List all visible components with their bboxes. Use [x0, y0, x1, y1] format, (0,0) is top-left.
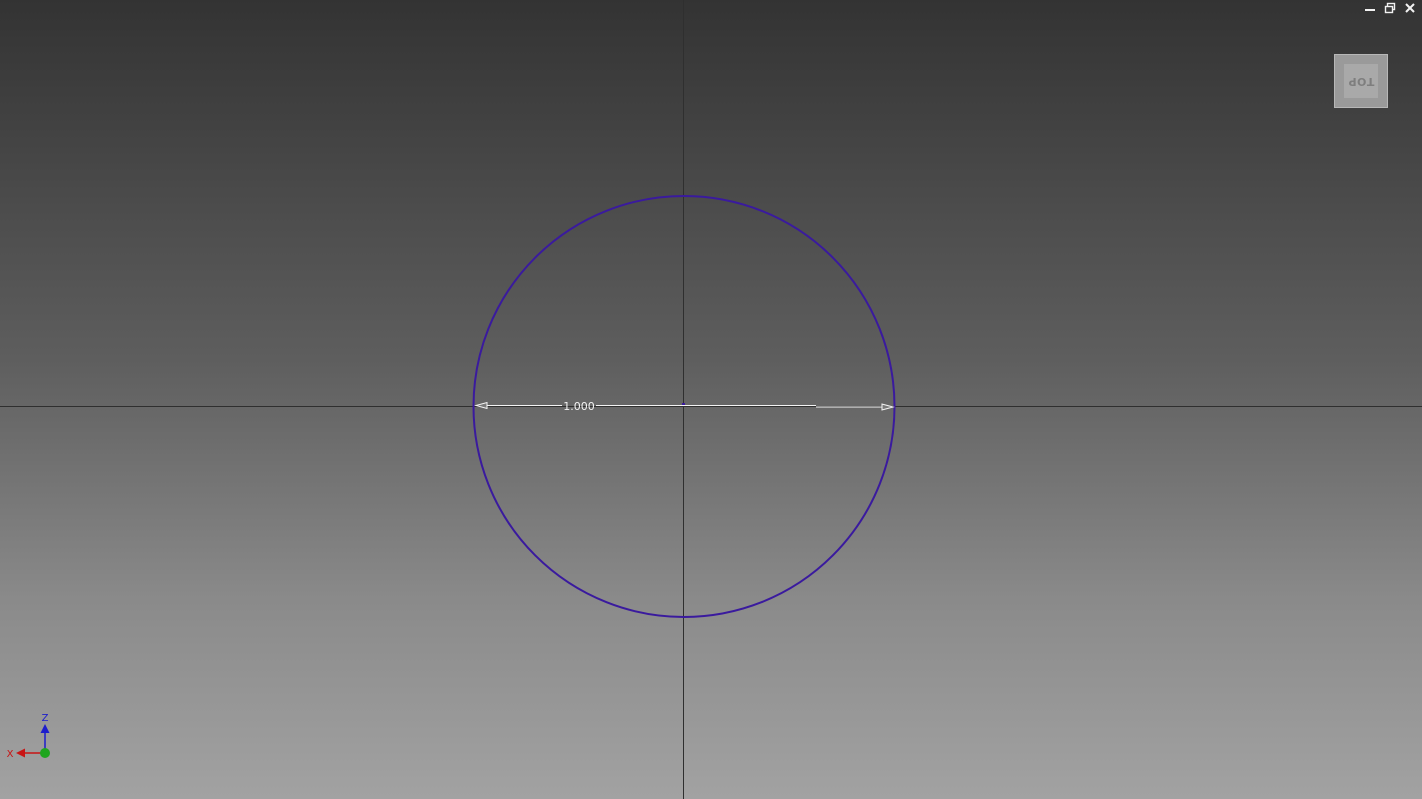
close-icon — [1405, 3, 1415, 13]
dimension-arrow-left — [474, 401, 488, 410]
minimize-button[interactable] — [1362, 1, 1378, 15]
viewcube-top-face[interactable]: TOP — [1344, 64, 1378, 98]
close-button[interactable] — [1402, 1, 1418, 15]
coordinate-triad: Z X — [7, 713, 50, 760]
triad-x-arrow — [16, 748, 25, 758]
triad-y-axis-dot — [40, 748, 50, 758]
triad-z-label: Z — [42, 713, 49, 724]
dimension-arrow-right — [881, 403, 895, 411]
dimension-value[interactable]: 1.000 — [563, 400, 595, 413]
triad-x-label: X — [7, 749, 14, 760]
minimize-icon — [1365, 9, 1375, 11]
window-controls — [1362, 1, 1418, 15]
viewcube[interactable]: TOP — [1334, 54, 1388, 108]
sketch-viewport[interactable]: 1.000 Z X — [0, 0, 1422, 799]
viewcube-face-label: TOP — [1347, 74, 1375, 88]
triad-z-arrow — [40, 724, 50, 733]
restore-icon — [1384, 2, 1396, 14]
restore-button[interactable] — [1382, 1, 1398, 15]
